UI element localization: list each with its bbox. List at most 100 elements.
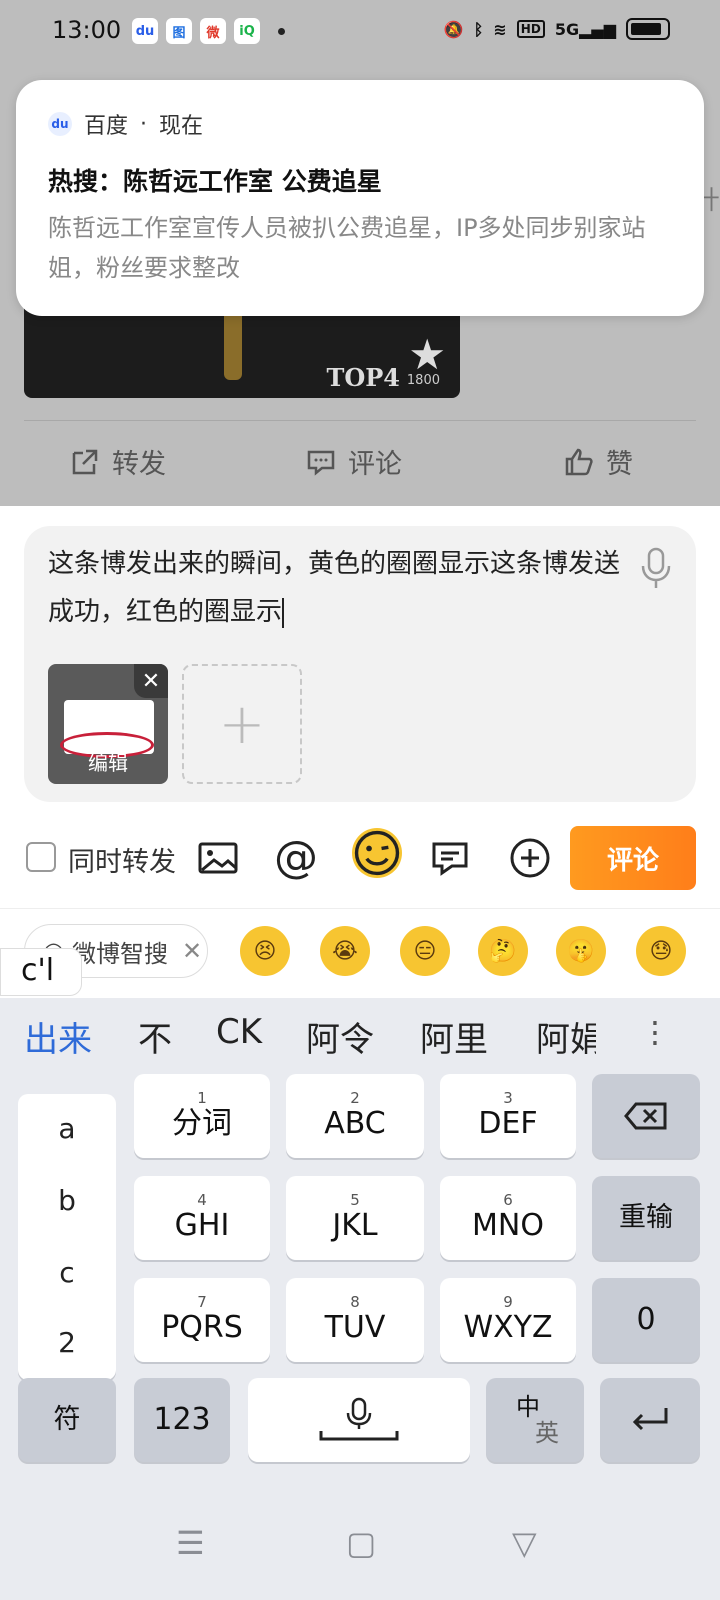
mute-icon: 🔕 <box>443 19 464 39</box>
key-number: 1 <box>197 1089 207 1107</box>
candidate-item[interactable]: CK <box>216 1012 262 1052</box>
language-switch-key[interactable]: 中 英 <box>486 1378 584 1462</box>
like-label: 赞 <box>606 449 633 480</box>
image-count: 1800 <box>406 373 440 388</box>
baidu-app-icon: du <box>132 18 158 44</box>
key-3[interactable]: 3 DEF <box>440 1074 576 1158</box>
backspace-icon <box>624 1102 667 1130</box>
key-label: 中 <box>516 1393 540 1421</box>
key-label: GHI <box>174 1208 230 1243</box>
separator-dot: · <box>140 111 148 137</box>
baidu-icon: du <box>48 112 72 136</box>
emoji-item[interactable]: 😣 <box>240 926 290 976</box>
system-navigation-bar: ☰ ▢ ▽ <box>0 1500 720 1600</box>
key-4[interactable]: 4 GHI <box>134 1176 270 1260</box>
emoji-icon[interactable] <box>352 828 402 878</box>
text-caret <box>282 597 285 628</box>
key-number: 4 <box>197 1191 207 1209</box>
voice-input-icon[interactable] <box>638 546 674 590</box>
submit-comment-button[interactable]: 评论 <box>570 826 696 890</box>
status-time: 13:00 <box>52 16 122 44</box>
symbol-key[interactable]: 符 <box>18 1378 116 1462</box>
menu-nav-icon[interactable]: ☰ <box>176 1524 205 1562</box>
candidate-item[interactable]: 阿娟 <box>536 1012 596 1061</box>
letter-option[interactable]: 2 <box>18 1326 116 1359</box>
key-1[interactable]: 1 分词 <box>134 1074 270 1158</box>
heads-up-notification[interactable]: du 百度 · 现在 热搜：陈哲远工作室 公费追星 陈哲远工作室宣传人员被扒公费… <box>16 80 704 316</box>
key-label: WXYZ <box>463 1310 553 1345</box>
letter-option[interactable]: b <box>18 1184 116 1217</box>
key-number: 8 <box>350 1293 360 1311</box>
post-actions: 转发 评论 赞 <box>0 436 720 486</box>
more-candidates-icon[interactable]: · · · <box>650 1007 660 1059</box>
share-button[interactable]: 转发 <box>70 442 166 481</box>
numeric-key[interactable]: 123 <box>134 1378 230 1462</box>
letter-option[interactable]: c <box>18 1256 116 1289</box>
more-plus-icon[interactable] <box>508 836 552 880</box>
edit-image-label[interactable]: 编辑 <box>48 747 168 776</box>
key-number: 7 <box>197 1293 207 1311</box>
backspace-key[interactable] <box>592 1074 700 1158</box>
repost-checkbox-label[interactable]: 同时转发 <box>68 840 176 879</box>
key-label: 分词 <box>172 1106 232 1141</box>
search-chip-label: 微博智搜 <box>71 939 168 968</box>
mention-icon[interactable]: @ <box>274 836 318 880</box>
emoji-item[interactable]: 🤫 <box>556 926 606 976</box>
wifi-icon: ≋ <box>493 19 507 39</box>
add-image-button[interactable]: + <box>182 664 302 784</box>
share-icon <box>72 449 98 474</box>
like-button[interactable]: 赞 <box>564 442 633 481</box>
weibo-app-icon: 微 <box>200 18 226 44</box>
key-number: 3 <box>503 1089 513 1107</box>
candidate-bar: 出来 不 CK 阿令 阿里 阿娟 · · · <box>0 998 720 1078</box>
key-8[interactable]: 8 TUV <box>286 1278 424 1362</box>
microphone-icon <box>319 1397 399 1441</box>
star-icon: ★ <box>408 330 446 379</box>
emoji-item[interactable]: 😓 <box>636 926 686 976</box>
composer-toolbar: 同时转发 @ 评论 <box>0 822 720 892</box>
divider <box>0 908 720 909</box>
emoji-item[interactable]: 😑 <box>400 926 450 976</box>
notification-app-icons: du 图 微 iQ <box>132 18 285 44</box>
bluetooth-icon: ᛒ <box>473 19 484 39</box>
comment-composer[interactable]: 这条博发出来的瞬间，黄色的圈圈显示这条博发送成功，红色的圈显示 编辑 ✕ + <box>24 526 696 802</box>
space-voice-key[interactable] <box>248 1378 470 1462</box>
topic-icon[interactable] <box>428 836 472 880</box>
key-0[interactable]: 0 <box>592 1278 700 1362</box>
candidate-item[interactable]: 出来 <box>24 1012 92 1061</box>
pinyin-letter-column: a b c 2 <box>18 1094 116 1380</box>
home-nav-icon[interactable]: ▢ <box>346 1524 376 1562</box>
key-5[interactable]: 5 JKL <box>286 1176 424 1260</box>
key-number: 9 <box>503 1293 513 1311</box>
close-chip-icon[interactable]: ✕ <box>182 937 202 965</box>
key-label: 英 <box>535 1419 559 1447</box>
more-notifications-dot <box>278 27 285 35</box>
emoji-item[interactable]: 😭 <box>320 926 370 976</box>
thumbs-up-icon <box>565 448 593 475</box>
reinput-key[interactable]: 重输 <box>592 1176 700 1260</box>
emoji-item[interactable]: 🤔 <box>478 926 528 976</box>
notification-title: 热搜：陈哲远工作室 公费追星 <box>48 167 382 196</box>
key-number: 5 <box>350 1191 360 1209</box>
battery-icon <box>626 18 670 40</box>
divider <box>24 420 696 421</box>
candidate-item[interactable]: 不 <box>138 1012 172 1061</box>
comment-button[interactable]: 评论 <box>306 442 402 481</box>
key-7[interactable]: 7 PQRS <box>134 1278 270 1362</box>
key-2[interactable]: 2 ABC <box>286 1074 424 1158</box>
repost-checkbox[interactable] <box>26 842 56 872</box>
key-6[interactable]: 6 MNO <box>440 1176 576 1260</box>
candidate-item[interactable]: 阿令 <box>306 1012 374 1061</box>
key-9[interactable]: 9 WXYZ <box>440 1278 576 1362</box>
key-number: 2 <box>350 1089 360 1107</box>
comment-input[interactable]: 这条博发出来的瞬间，黄色的圈圈显示这条博发送成功，红色的圈显示 <box>48 540 628 636</box>
attached-image-thumbnail[interactable]: 编辑 ✕ <box>48 664 168 784</box>
image-icon[interactable] <box>196 836 240 880</box>
candidate-item[interactable]: 阿里 <box>420 1012 488 1061</box>
enter-key[interactable] <box>600 1378 700 1462</box>
remove-image-icon[interactable]: ✕ <box>134 664 168 698</box>
image-badge: TOP4 <box>326 363 400 392</box>
letter-option[interactable]: a <box>18 1112 116 1145</box>
back-nav-icon[interactable]: ▽ <box>512 1524 537 1562</box>
status-indicators: 🔕 ᛒ ≋ HD 5G▂▄▆ <box>444 18 670 40</box>
